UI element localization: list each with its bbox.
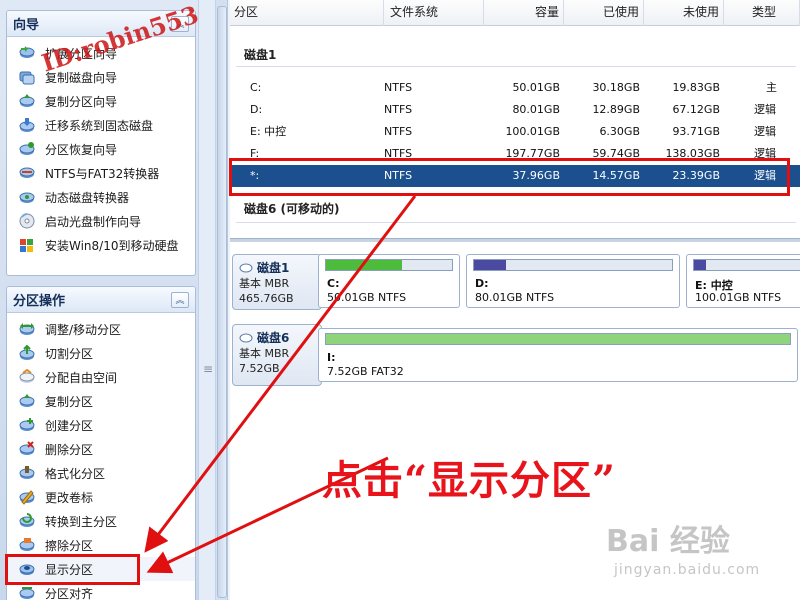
baidu-url: jingyan.baidu.com: [614, 562, 761, 578]
baidu-watermark: Bai 经验 jingyan.baidu.com: [606, 516, 760, 578]
instruction-callout: 点击“显示分区”: [322, 457, 617, 504]
annotation-arrows: [144, 195, 417, 574]
baidu-logo: Bai 经验: [606, 524, 730, 559]
